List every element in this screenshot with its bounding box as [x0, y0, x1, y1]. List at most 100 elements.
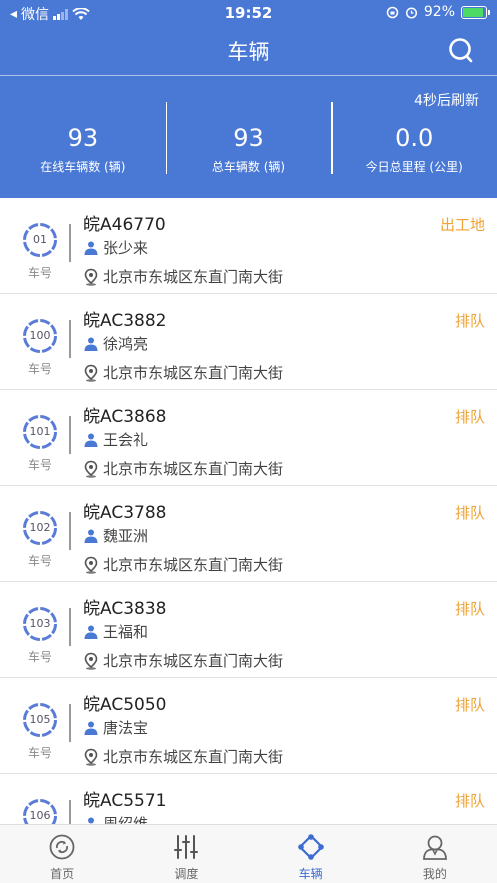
location-pin-icon	[84, 748, 98, 766]
status-label: 排队	[454, 408, 485, 426]
vehicle-number: 106	[29, 809, 51, 822]
page-title: 车辆	[227, 40, 270, 64]
vehicle-number-label: 车号	[27, 650, 52, 664]
rotation-lock-icon	[386, 6, 399, 18]
tab-profile[interactable]: 我的	[373, 825, 497, 883]
stat-label: 在线车辆数 (辆)	[40, 160, 126, 174]
status-label: 排队	[454, 792, 485, 810]
status-bar: ◂ 微信 19:52 92%	[0, 0, 497, 26]
stat-value: 93	[233, 124, 264, 152]
status-label: 排队	[454, 504, 485, 522]
vehicle-row[interactable]: 102 车号 皖AC3788 魏亚洲北京市东城区东直门南大街 排队	[0, 486, 497, 582]
stat-value: 0.0	[395, 124, 434, 152]
location-info: 北京市东城区东直门南大街	[83, 362, 283, 383]
stat-online: 93 在线车辆数 (辆)	[0, 100, 166, 176]
driver-name: 魏亚洲	[103, 527, 149, 545]
vehicle-number: 01	[33, 233, 47, 246]
location-pin-icon	[84, 556, 98, 574]
row-divider	[69, 320, 71, 358]
stat-label: 今日总里程 (公里)	[365, 160, 463, 174]
location-pin-icon	[84, 460, 98, 478]
plate-number: 皖AC5050	[83, 695, 167, 715]
tab-home[interactable]: 首页	[0, 825, 124, 883]
plate-number: 皖AC3788	[83, 503, 167, 523]
location-info: 北京市东城区东直门南大街	[83, 266, 283, 287]
driver-icon	[84, 529, 98, 543]
vehicle-number-label: 车号	[27, 554, 52, 568]
status-label: 排队	[454, 312, 485, 330]
driver-info: 王福和	[83, 621, 148, 642]
address-text: 北京市东城区东直门南大街	[103, 460, 284, 478]
tab-dispatch[interactable]: 调度	[124, 825, 248, 883]
driver-info: 魏亚洲	[83, 525, 148, 546]
vehicle-row[interactable]: 106车号皖AC5571周绍维北京市东城区东直门南大街排队	[0, 774, 497, 824]
driver-name: 王会礼	[103, 431, 149, 449]
driver-name: 张少来	[103, 239, 149, 257]
driver-name: 徐鸿亮	[103, 335, 149, 353]
vehicle-number: 100	[29, 329, 51, 342]
tab-bar: 首页 调度 车辆 我的	[0, 824, 497, 883]
address-text: 北京市东城区东直门南大街	[103, 748, 284, 766]
location-info: 北京市东城区东直门南大街	[83, 746, 283, 767]
location-info: 北京市东城区东直门南大街	[83, 554, 283, 575]
driver-name: 周绍维	[103, 815, 149, 824]
vehicle-list[interactable]: 01 车号 皖A46770 张少来 北京市东城区东直门南大街 出工地 100 车号 皖AC388…	[0, 198, 497, 824]
vehicle-row[interactable]: 101 车号 皖AC3868 王会礼 北京市东城区东直门南大街 排队	[0, 390, 497, 486]
address-text: 北京市东城区东直门南大街	[103, 652, 284, 670]
driver-info: 王会礼	[83, 429, 148, 450]
vehicle-number: 103	[29, 617, 51, 630]
vehicle-icon	[297, 834, 324, 860]
vehicle-row[interactable]: 01 车号 皖A46770 张少来 北京市东城区东直门南大街 出工地	[0, 198, 497, 294]
stats-panel: 93 在线车辆数 (辆) 93 总车辆数 (辆) 0.0 今日总里程 (公里)	[0, 100, 497, 176]
vehicle-number: 105	[29, 713, 51, 726]
driver-icon	[84, 241, 98, 255]
vehicle-number-label: 车号	[27, 458, 52, 472]
driver-icon	[84, 721, 98, 735]
driver-icon	[88, 817, 94, 823]
status-label: 出工地	[439, 216, 485, 234]
driver-name: 唐法宝	[103, 719, 149, 737]
driver-info: 周绍维	[83, 813, 148, 824]
plate-number: 皖AC3838	[83, 599, 167, 619]
vehicle-number-label: 车号	[27, 746, 52, 760]
driver-info: 唐法宝	[83, 717, 148, 738]
tab-label: 我的	[422, 867, 447, 881]
plate-number: 皖A46770	[83, 215, 166, 235]
alarm-icon	[405, 6, 417, 19]
tab-label: 调度	[174, 867, 199, 881]
stat-mileage: 0.0 今日总里程 (公里)	[331, 100, 497, 176]
vehicle-number-badge: 102	[22, 510, 58, 546]
vehicle-number-label: 车号	[27, 362, 52, 376]
stat-label: 总车辆数 (辆)	[211, 160, 286, 174]
location-pin-icon	[84, 652, 98, 670]
row-divider	[69, 416, 71, 454]
row-divider	[69, 224, 71, 262]
nav-bar: 车辆	[0, 26, 497, 76]
driver-info: 张少来	[83, 237, 148, 258]
vehicle-number-badge: 106	[22, 798, 58, 824]
driver-icon	[84, 337, 98, 351]
tab-vehicle[interactable]: 车辆	[249, 825, 373, 883]
row-divider	[69, 704, 71, 742]
vehicle-row[interactable]: 103 车号 皖AC3838 王福和北京市东城区东直门南大街 排队	[0, 582, 497, 678]
tab-label: 车辆	[298, 867, 323, 881]
driver-name: 王福和	[103, 623, 149, 641]
battery-icon	[461, 5, 490, 19]
stat-total: 93 总车辆数 (辆)	[165, 100, 332, 176]
battery-percent: 92%	[423, 4, 455, 20]
nav-divider	[0, 75, 497, 76]
location-pin-icon	[84, 364, 98, 382]
status-label: 排队	[454, 696, 485, 714]
row-divider	[69, 608, 71, 646]
driver-info: 徐鸿亮	[83, 333, 148, 354]
vehicle-number-badge: 105	[22, 702, 58, 738]
driver-icon	[84, 433, 98, 447]
vehicle-row[interactable]: 100 车号 皖AC3882 徐鸿亮 北京市东城区东直门南大街 排队	[0, 294, 497, 390]
status-label: 排队	[454, 600, 485, 618]
vehicle-number-badge: 01	[22, 222, 58, 258]
header-panel: ◂ 微信 19:52 92% 车辆 4秒后刷新 93 在线车辆数 (辆) 93 …	[0, 0, 497, 198]
search-icon[interactable]	[447, 36, 475, 64]
profile-icon	[422, 835, 447, 860]
home-icon	[49, 834, 75, 860]
vehicle-row[interactable]: 105 车号 皖AC5050 唐法宝北京市东城区东直门南大街 排队	[0, 678, 497, 774]
